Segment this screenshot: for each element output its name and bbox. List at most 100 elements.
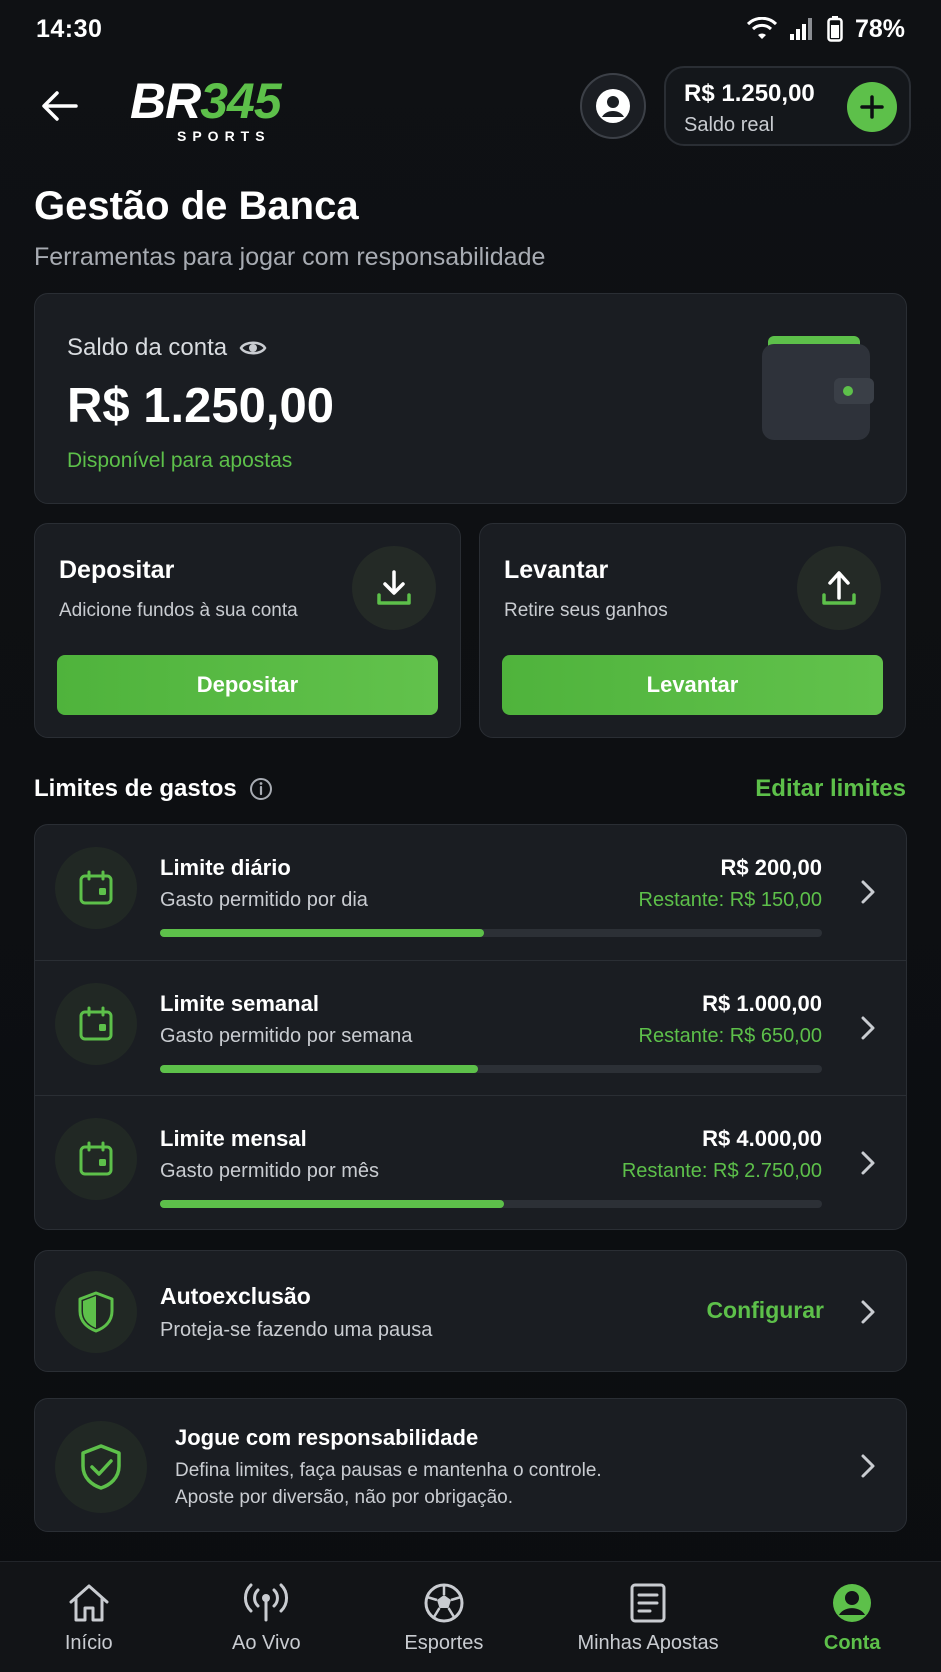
responsible-gaming-card[interactable]: Jogue com responsabilidade Defina limite…: [34, 1398, 907, 1532]
plus-icon: [860, 95, 884, 119]
download-icon: [377, 570, 411, 605]
chevron-right-icon: [861, 880, 875, 904]
responsible-line1: Defina limites, faça pausas e mantenha o…: [175, 1460, 602, 1481]
limit-description: Gasto permitido por semana: [160, 1025, 413, 1047]
limit-amount: R$ 4.000,00: [702, 1126, 822, 1151]
logo-sub: SPORTS: [177, 128, 271, 144]
logo-part2: 345: [200, 73, 281, 129]
add-funds-button[interactable]: [847, 82, 897, 132]
account-icon: [833, 1584, 872, 1622]
limits-heading: Limites de gastos: [34, 775, 273, 803]
nav-label: Conta: [823, 1632, 881, 1654]
deposit-button[interactable]: Depositar: [57, 655, 438, 715]
withdraw-title: Levantar: [504, 556, 609, 584]
calendar-icon: [79, 1006, 113, 1041]
signal-icon: [789, 18, 812, 40]
withdraw-description: Retire seus ganhos: [504, 600, 668, 621]
chevron-right-icon: [861, 1300, 875, 1324]
app-header: BR345 SPORTS R$ 1.250,00 Saldo real: [0, 64, 941, 148]
limit-progress-fill: [160, 1065, 478, 1073]
limits-list: Limite diário Gasto permitido por dia R$…: [34, 824, 907, 1230]
limit-amount: R$ 1.000,00: [702, 991, 822, 1016]
chevron-right-icon: [861, 1454, 875, 1478]
profile-button[interactable]: [580, 73, 646, 139]
live-icon: [244, 1583, 289, 1622]
withdraw-icon-badge: [797, 546, 881, 630]
logo-part1: BR: [130, 73, 201, 129]
limit-title: Limite diário: [160, 855, 291, 880]
home-icon: [69, 1584, 109, 1622]
nav-label: Minhas Apostas: [577, 1632, 719, 1654]
shield-check-icon: [81, 1444, 121, 1490]
limit-progress-fill: [160, 1200, 505, 1208]
deposit-icon-badge: [352, 546, 436, 630]
brand-logo: BR345 SPORTS: [130, 73, 282, 144]
limit-row-monthly[interactable]: Limite mensal Gasto permitido por mês R$…: [35, 1095, 906, 1229]
self-exclusion-card[interactable]: Autoexclusão Proteja-se fazendo uma paus…: [34, 1250, 907, 1372]
arrow-left-icon: [42, 91, 78, 121]
nav-item-home[interactable]: Início: [0, 1562, 178, 1672]
account-balance-amount: R$ 1.250,00: [67, 379, 334, 433]
nav-item-sports[interactable]: Esportes: [355, 1562, 533, 1672]
account-available-label: Disponível para apostas: [67, 449, 293, 472]
limit-description: Gasto permitido por mês: [160, 1160, 379, 1182]
withdraw-card: Levantar Retire seus ganhos Levantar: [479, 523, 906, 738]
battery-level: 78%: [854, 14, 905, 43]
eye-icon[interactable]: [239, 338, 267, 358]
limit-row-weekly[interactable]: Limite semanal Gasto permitido por seman…: [35, 960, 906, 1094]
deposit-title: Depositar: [59, 556, 175, 584]
limit-row-daily[interactable]: Limite diário Gasto permitido por dia R$…: [35, 825, 906, 959]
withdraw-button[interactable]: Levantar: [502, 655, 883, 715]
nav-item-account[interactable]: Conta: [763, 1562, 941, 1672]
chevron-right-icon: [861, 1151, 875, 1175]
wallet-icon: [762, 336, 874, 440]
bottom-nav: Início Ao Vivo Esportes Minhas Apostas C…: [0, 1561, 941, 1672]
page-subtitle: Ferramentas para jogar com responsabilid…: [34, 243, 546, 271]
limit-remaining: Restante: R$ 150,00: [638, 889, 822, 911]
nav-label: Esportes: [404, 1632, 484, 1654]
account-balance-card: Saldo da conta R$ 1.250,00 Disponível pa…: [34, 293, 907, 504]
responsible-title: Jogue com responsabilidade: [175, 1425, 479, 1450]
limit-title: Limite semanal: [160, 991, 319, 1016]
limit-progress-bar: [160, 1065, 822, 1073]
calendar-icon: [79, 1141, 113, 1176]
wifi-icon: [746, 17, 777, 39]
chevron-right-icon: [861, 1016, 875, 1040]
soccer-ball-icon: [424, 1583, 464, 1623]
nav-item-live[interactable]: Ao Vivo: [178, 1562, 356, 1672]
limit-description: Gasto permitido por dia: [160, 889, 368, 911]
bets-icon: [630, 1583, 666, 1623]
limits-heading-label: Limites de gastos: [34, 775, 237, 802]
info-icon[interactable]: [249, 777, 273, 801]
limit-title: Limite mensal: [160, 1126, 307, 1151]
nav-label: Início: [64, 1632, 113, 1654]
header-balance-label: Saldo real: [684, 114, 775, 136]
page-title: Gestão de Banca: [34, 184, 359, 228]
page: 14:30 78% BR345 SPORTS R$ 1.250,00 Saldo…: [0, 0, 941, 1672]
calendar-icon: [79, 870, 113, 905]
responsible-line2: Aposte por diversão, não por obrigação.: [175, 1487, 513, 1508]
edit-limits-link[interactable]: Editar limites: [755, 775, 906, 803]
limit-progress-fill: [160, 929, 485, 937]
status-time: 14:30: [36, 14, 103, 43]
limit-progress-bar: [160, 1200, 822, 1208]
header-balance[interactable]: R$ 1.250,00 Saldo real: [664, 66, 911, 146]
status-bar: 14:30 78%: [0, 0, 941, 58]
battery-icon: [827, 16, 843, 42]
configure-link[interactable]: Configurar: [706, 1297, 824, 1324]
limit-remaining: Restante: R$ 2.750,00: [621, 1160, 822, 1182]
back-button[interactable]: [38, 84, 82, 128]
shield-icon: [78, 1291, 114, 1333]
user-circle-icon: [596, 89, 630, 123]
self-exclusion-description: Proteja-se fazendo uma pausa: [160, 1319, 433, 1341]
header-balance-amount: R$ 1.250,00: [684, 80, 815, 107]
limit-remaining: Restante: R$ 650,00: [638, 1025, 822, 1047]
nav-item-my-bets[interactable]: Minhas Apostas: [533, 1562, 764, 1672]
nav-label: Ao Vivo: [232, 1632, 301, 1654]
deposit-card: Depositar Adicione fundos à sua conta De…: [34, 523, 461, 738]
limit-amount: R$ 200,00: [720, 855, 822, 880]
upload-icon: [822, 571, 856, 605]
deposit-description: Adicione fundos à sua conta: [59, 600, 298, 621]
self-exclusion-title: Autoexclusão: [160, 1283, 311, 1309]
limit-progress-bar: [160, 929, 822, 937]
